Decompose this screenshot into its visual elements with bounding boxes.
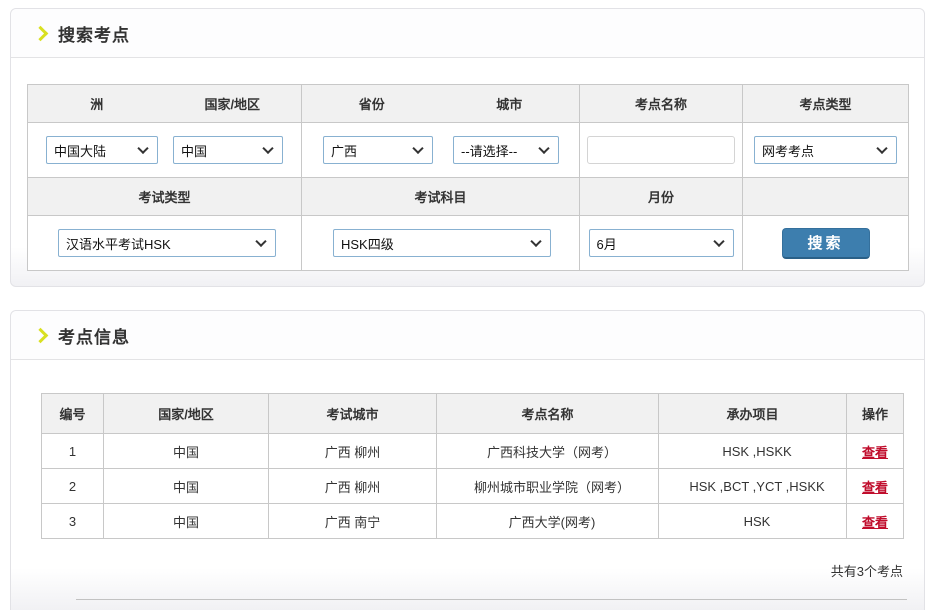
chevron-down-icon: [412, 143, 423, 154]
cell-city: 广西 柳州: [269, 469, 437, 504]
continent-header: 洲: [29, 94, 165, 113]
view-link[interactable]: 查看: [862, 515, 888, 530]
search-test-center-panel: 搜索考点 洲 国家/地区 省份 城市 考点名称 考点类型: [10, 8, 925, 287]
exam-subject-select[interactable]: HSK四级: [333, 229, 551, 257]
view-link[interactable]: 查看: [862, 445, 888, 460]
chevron-down-icon: [262, 143, 273, 154]
center-name-input[interactable]: [587, 136, 735, 164]
chevron-down-icon: [137, 143, 148, 154]
cell-no: 3: [42, 504, 104, 539]
result-count-summary: 共有3个考点: [11, 539, 924, 580]
chevron-right-icon: [33, 26, 49, 42]
info-panel-header: 考点信息: [11, 311, 924, 360]
search-panel-header: 搜索考点: [11, 9, 924, 58]
cell-center: 广西科技大学（网考）: [437, 434, 659, 469]
city-header: 城市: [441, 94, 579, 113]
chevron-down-icon: [530, 236, 541, 247]
chevron-down-icon: [876, 143, 887, 154]
continent-select[interactable]: 中国大陆: [46, 136, 158, 164]
search-panel-title: 搜索考点: [58, 21, 130, 46]
chevron-down-icon: [538, 143, 549, 154]
country-select-value: 中国: [181, 141, 207, 160]
exam-type-header: 考试类型: [28, 178, 302, 216]
cell-center: 柳州城市职业学院（网考）: [437, 469, 659, 504]
table-row: 1 中国 广西 柳州 广西科技大学（网考） HSK ,HSKK 查看: [42, 434, 904, 469]
cell-programs: HSK: [659, 504, 847, 539]
col-header-programs: 承办项目: [659, 394, 847, 434]
country-select[interactable]: 中国: [173, 136, 283, 164]
table-row: 3 中国 广西 南宁 广西大学(网考) HSK 查看: [42, 504, 904, 539]
month-header: 月份: [580, 178, 743, 216]
info-panel-title: 考点信息: [58, 323, 130, 348]
test-center-table: 编号 国家/地区 考试城市 考点名称 承办项目 操作 1 中国 广西 柳州 广西…: [41, 393, 904, 539]
test-center-info-panel: 考点信息 编号 国家/地区 考试城市 考点名称 承办项目 操作 1 中国 广西 …: [10, 310, 925, 610]
province-select[interactable]: 广西: [323, 136, 433, 164]
exam-type-select[interactable]: 汉语水平考试HSK: [58, 229, 276, 257]
search-button[interactable]: 搜索: [782, 228, 870, 259]
bottom-divider: [76, 599, 907, 600]
month-select[interactable]: 6月: [589, 229, 734, 257]
cell-center: 广西大学(网考): [437, 504, 659, 539]
form-control-row-2: 汉语水平考试HSK HSK四级 6月: [28, 216, 909, 271]
center-name-header: 考点名称: [580, 85, 743, 123]
form-control-row-1: 中国大陆 中国 广西 --请选择--: [28, 123, 909, 178]
cell-no: 2: [42, 469, 104, 504]
city-select[interactable]: --请选择--: [453, 136, 559, 164]
table-header-row: 编号 国家/地区 考试城市 考点名称 承办项目 操作: [42, 394, 904, 434]
cell-city: 广西 南宁: [269, 504, 437, 539]
month-select-value: 6月: [597, 234, 617, 253]
cell-country: 中国: [104, 469, 269, 504]
col-header-center: 考点名称: [437, 394, 659, 434]
col-header-city: 考试城市: [269, 394, 437, 434]
search-form-table: 洲 国家/地区 省份 城市 考点名称 考点类型 中国大陆: [27, 84, 909, 271]
cell-country: 中国: [104, 434, 269, 469]
cell-programs: HSK ,BCT ,YCT ,HSKK: [659, 469, 847, 504]
col-header-no: 编号: [42, 394, 104, 434]
exam-type-select-value: 汉语水平考试HSK: [66, 234, 171, 253]
col-header-action: 操作: [847, 394, 904, 434]
city-select-value: --请选择--: [461, 141, 517, 160]
exam-subject-header: 考试科目: [302, 178, 580, 216]
cell-city: 广西 柳州: [269, 434, 437, 469]
cell-programs: HSK ,HSKK: [659, 434, 847, 469]
chevron-down-icon: [713, 236, 724, 247]
chevron-right-icon: [33, 328, 49, 344]
country-header: 国家/地区: [165, 94, 301, 113]
chevron-down-icon: [255, 236, 266, 247]
province-select-value: 广西: [331, 141, 357, 160]
center-type-header: 考点类型: [743, 85, 909, 123]
table-row: 2 中国 广西 柳州 柳州城市职业学院（网考） HSK ,BCT ,YCT ,H…: [42, 469, 904, 504]
center-type-select[interactable]: 网考考点: [754, 136, 897, 164]
center-type-select-value: 网考考点: [762, 141, 814, 160]
view-link[interactable]: 查看: [862, 480, 888, 495]
province-header: 省份: [303, 94, 441, 113]
continent-select-value: 中国大陆: [54, 141, 106, 160]
cell-country: 中国: [104, 504, 269, 539]
col-header-country: 国家/地区: [104, 394, 269, 434]
exam-subject-select-value: HSK四级: [341, 234, 394, 253]
form-header-row-2: 考试类型 考试科目 月份: [28, 178, 909, 216]
empty-header-cell: [743, 178, 909, 216]
cell-no: 1: [42, 434, 104, 469]
form-header-row-1: 洲 国家/地区 省份 城市 考点名称 考点类型: [28, 85, 909, 123]
